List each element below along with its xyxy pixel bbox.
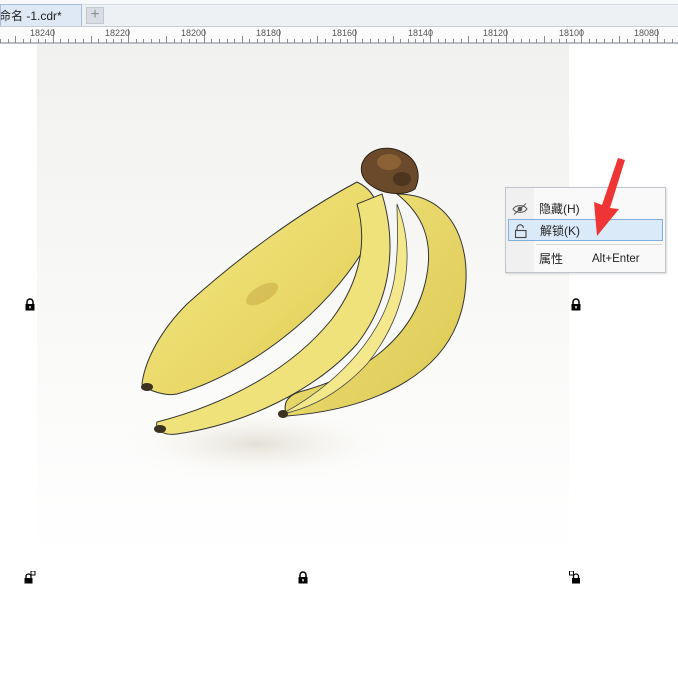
ruler-label: 18220 <box>105 28 131 38</box>
menu-item-label: 解锁(K) <box>540 224 580 238</box>
lock-icon[interactable] <box>24 298 36 311</box>
ruler-label: 18120 <box>483 28 509 38</box>
unlock-icon <box>513 223 529 239</box>
eye-icon <box>512 201 528 217</box>
menu-item-label: 属性 <box>539 252 564 266</box>
tab-document[interactable]: 命名 -1.cdr* <box>0 4 82 26</box>
lock-icon[interactable] <box>24 571 36 584</box>
ruler-label: 18100 <box>559 28 585 38</box>
red-arrow-annotation <box>594 158 625 236</box>
banana-illustration <box>107 147 467 484</box>
ruler-label: 18180 <box>256 28 282 38</box>
banana-image[interactable] <box>37 44 569 556</box>
lock-icon[interactable] <box>297 571 309 584</box>
ruler-label: 18080 <box>634 28 660 38</box>
tab-bar-top-strip <box>0 0 678 5</box>
menu-separator <box>536 244 662 245</box>
menu-item-label: 隐藏(H) <box>539 202 580 216</box>
lock-icon[interactable] <box>569 571 581 584</box>
menu-item-shortcut: Alt+Enter <box>592 253 640 265</box>
ruler-label: 18160 <box>332 28 358 38</box>
ruler-label: 18240 <box>30 28 56 38</box>
ruler-label: 18200 <box>181 28 207 38</box>
add-tab-button[interactable]: + <box>86 7 104 24</box>
ruler-label: 18140 <box>408 28 434 38</box>
menu-item-properties[interactable]: 属性 Alt+Enter <box>508 248 663 270</box>
lock-icon[interactable] <box>570 298 582 311</box>
document-tab-bar: 命名 -1.cdr* + <box>0 0 678 27</box>
horizontal-ruler[interactable]: 18240 18220 18200 18180 18160 18140 1812… <box>0 27 678 44</box>
